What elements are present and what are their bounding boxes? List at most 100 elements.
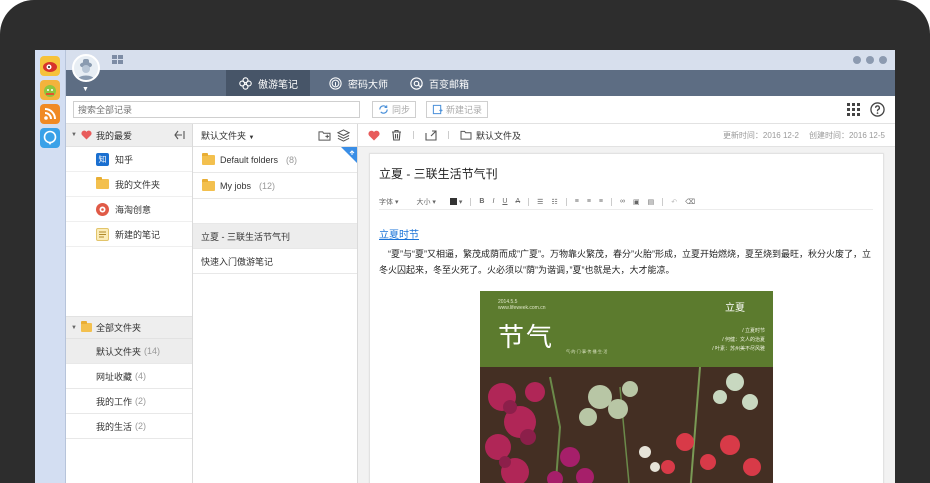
favorites-list: 知 知乎 我的文件夹 海淘创意 新建的笔记 xyxy=(66,147,192,247)
favorite-item-folder[interactable]: 我的文件夹 xyxy=(66,172,192,197)
font-size-select[interactable]: 大小 ▾ xyxy=(416,197,435,207)
note-folder-label: 默认文件及 xyxy=(476,130,522,141)
folder-dropdown[interactable]: 默认文件夹 ▼ xyxy=(201,129,254,142)
avatar-menu-caret-icon[interactable]: ▼ xyxy=(82,86,89,93)
size-label: 大小 xyxy=(416,198,431,206)
image-icon[interactable]: ▣ xyxy=(633,198,640,206)
weibo-icon[interactable] xyxy=(40,56,60,76)
sidebar: ▼ 我的最爱 知 知乎 我的文件夹 海淘创意 新建的笔记 ▼ 全部文件夹 默认文… xyxy=(66,124,193,483)
folder-outline-icon xyxy=(460,130,472,140)
favorite-item-note[interactable]: 新建的笔记 xyxy=(66,222,192,247)
tab-notes[interactable]: 傲游笔记 xyxy=(226,70,310,96)
italic-icon[interactable]: I xyxy=(492,198,494,205)
folder-item-work[interactable]: 我的工作 (2) xyxy=(66,389,192,414)
folder-icon xyxy=(202,152,215,165)
note-body[interactable]: “夏”与“夏”又相逼，繁茂成荫而成”广夏”。万物靠火繁茂，春分”火胎”形成，立夏… xyxy=(379,246,877,278)
bold-icon[interactable]: B xyxy=(479,198,484,205)
align-left-icon[interactable]: ≡ xyxy=(575,198,579,205)
app-window: ▼ 傲游笔记 密码大师 百变邮箱 同步 新建记录 xyxy=(35,50,895,483)
format-toolbar: 字体 ▾ 大小 ▾ ▾ B I U A ☰ ☷ ≡ ≡ ≡ ∞ ▣ ▤ ↶ ⌫ xyxy=(379,194,873,210)
align-center-icon[interactable]: ≡ xyxy=(587,198,591,205)
layers-icon[interactable] xyxy=(337,129,350,142)
rss-icon[interactable] xyxy=(40,104,60,124)
flowers-photo xyxy=(480,367,773,483)
window-titlebar xyxy=(66,50,895,70)
note-item[interactable]: 立夏 - 三联生活节气刊 xyxy=(193,224,357,249)
magazine-cover-image: 2014.5.5 www.lifeweek.com.cn 节气 气·的·门·事·… xyxy=(480,291,773,483)
favorite-label: 知乎 xyxy=(115,154,134,165)
note-link[interactable]: 立夏时节 xyxy=(379,226,419,241)
collapse-sidebar-icon[interactable] xyxy=(174,130,186,140)
flower-icon xyxy=(239,76,252,90)
list-spacer xyxy=(193,199,357,224)
toolbar-divider xyxy=(662,197,664,206)
magazine-header: 2014.5.5 www.lifeweek.com.cn 节气 气·的·门·事·… xyxy=(480,291,773,367)
magazine-line: / 何健：文人的治夏 xyxy=(722,337,765,343)
favorite-item-haitao[interactable]: 海淘创意 xyxy=(66,197,192,222)
folder-label: 我的工作 xyxy=(96,396,133,407)
text-color-select[interactable]: ▾ xyxy=(449,198,462,206)
subfolder-count: (12) xyxy=(259,180,276,191)
folder-count: (4) xyxy=(135,371,147,381)
strikethrough-icon[interactable]: A xyxy=(515,198,520,205)
font-family-select[interactable]: 字体 ▾ xyxy=(379,197,398,207)
favorites-header[interactable]: ▼ 我的最爱 xyxy=(66,124,192,147)
chat-icon[interactable] xyxy=(40,128,60,148)
clear-format-icon[interactable]: ⌫ xyxy=(685,198,695,206)
link-icon[interactable]: ∞ xyxy=(620,198,625,205)
note-list-header: 默认文件夹 ▼ xyxy=(193,124,357,147)
folder-item-life[interactable]: 我的生活 (2) xyxy=(66,414,192,439)
folder-dropdown-label: 默认文件夹 xyxy=(201,130,247,141)
ordered-list-icon[interactable]: ☰ xyxy=(537,198,543,206)
favorite-label: 新建的笔记 xyxy=(115,229,161,240)
grid-menu-icon[interactable] xyxy=(847,103,860,116)
folder-item-default[interactable]: 默认文件夹 (14) xyxy=(66,339,192,364)
help-icon[interactable] xyxy=(870,102,885,117)
table-icon[interactable]: ▤ xyxy=(648,198,655,206)
folder-label: 我的生活 xyxy=(96,421,133,432)
heart-icon[interactable] xyxy=(368,130,380,141)
toolbar-divider xyxy=(528,197,530,206)
note-editor[interactable]: 立夏 - 三联生活节气刊 字体 ▾ 大小 ▾ ▾ B I U A ☰ ☷ ≡ ≡… xyxy=(369,153,884,483)
favorite-label: 海淘创意 xyxy=(115,204,152,215)
window-controls[interactable] xyxy=(853,56,887,64)
avatar[interactable] xyxy=(72,54,100,82)
sync-button[interactable]: 同步 xyxy=(372,101,417,118)
folders-header[interactable]: ▼ 全部文件夹 xyxy=(66,316,192,339)
toolbar-divider xyxy=(565,197,567,206)
magazine-title: 节气 xyxy=(498,323,555,353)
underline-icon[interactable]: U xyxy=(502,198,507,205)
collapse-caret-icon[interactable]: ▼ xyxy=(71,325,77,331)
collapse-caret-icon[interactable]: ▼ xyxy=(71,132,77,138)
folder-label: 默认文件夹 xyxy=(96,346,142,357)
new-note-button[interactable]: 新建记录 xyxy=(426,101,489,118)
tab-mail[interactable]: 百变邮箱 xyxy=(397,70,481,96)
tab-mail-label: 百变邮箱 xyxy=(429,79,469,91)
note-folder-selector[interactable]: 默认文件及 xyxy=(460,129,521,142)
favorite-item-zhihu[interactable]: 知 知乎 xyxy=(66,147,192,172)
new-folder-icon[interactable] xyxy=(318,130,331,141)
note-item-title: 快速入门傲游笔记 xyxy=(201,256,274,267)
share-icon[interactable] xyxy=(425,129,437,141)
folder-count: (2) xyxy=(135,421,147,431)
bullet-list-icon[interactable]: ☷ xyxy=(551,198,557,206)
trash-icon[interactable] xyxy=(391,129,402,141)
apps-icon[interactable] xyxy=(112,55,123,64)
toolbar-divider xyxy=(611,197,612,206)
favorite-label: 我的文件夹 xyxy=(115,179,161,190)
folder-item-bookmarks[interactable]: 网址收藏 (4) xyxy=(66,364,192,389)
note-title[interactable]: 立夏 - 三联生活节气刊 xyxy=(379,165,498,182)
tab-password[interactable]: 密码大师 xyxy=(316,70,400,96)
updated-time: 更新时间：2016 12-2 xyxy=(722,130,799,140)
subfolder-label: My jobs xyxy=(220,180,252,191)
magazine-line: / 叶素：苏州美不尽风雅 xyxy=(712,346,765,352)
align-right-icon[interactable]: ≡ xyxy=(599,198,603,205)
note-item-title: 立夏 - 三联生活节气刊 xyxy=(201,231,290,242)
note-item[interactable]: 快速入门傲游笔记 xyxy=(193,249,357,274)
note-list: 默认文件夹 ▼ Default folders (8) My jobs (12) 立… xyxy=(193,124,358,483)
search-input[interactable] xyxy=(73,101,360,118)
subfolder-item[interactable]: My jobs (12) xyxy=(193,173,357,199)
undo-icon[interactable]: ↶ xyxy=(671,198,677,206)
android-icon[interactable] xyxy=(40,80,60,100)
subfolder-item[interactable]: Default folders (8) xyxy=(193,147,357,173)
